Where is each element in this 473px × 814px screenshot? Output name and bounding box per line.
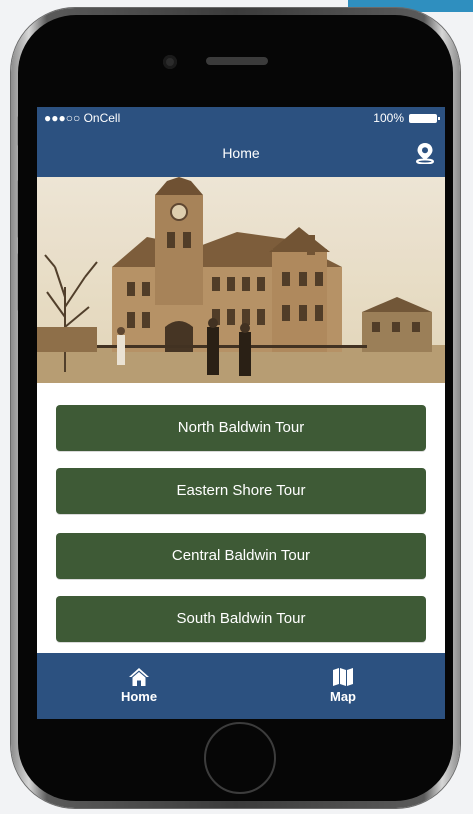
battery-icon <box>409 113 440 123</box>
location-pin-icon[interactable] <box>415 142 435 164</box>
app-screen: ●●●○○ OnCell 100% Home North Baldwin Tou… <box>37 107 445 719</box>
tab-map[interactable]: Map <box>241 653 445 719</box>
carrier-signal: ●●●○○ OnCell <box>44 111 121 125</box>
central-baldwin-tour-button[interactable]: Central Baldwin Tour <box>56 533 426 579</box>
tab-map-label: Map <box>330 689 356 704</box>
status-bar: ●●●○○ OnCell 100% <box>37 107 445 129</box>
home-icon <box>129 668 149 686</box>
tab-home[interactable]: Home <box>37 653 241 719</box>
battery-status: 100% <box>373 107 440 129</box>
courthouse-photo <box>37 177 445 383</box>
earpiece-speaker <box>206 57 268 65</box>
tab-home-label: Home <box>120 689 158 704</box>
eastern-shore-tour-button[interactable]: Eastern Shore Tour <box>56 468 426 514</box>
page-title: Home <box>222 145 260 161</box>
tab-bar: Home Map <box>37 653 445 719</box>
nav-bar: Home <box>37 129 445 177</box>
south-baldwin-tour-button[interactable]: South Baldwin Tour <box>56 596 426 642</box>
hero-image <box>37 177 445 383</box>
hardware-home-button[interactable] <box>204 722 276 794</box>
battery-percent: 100% <box>373 111 404 125</box>
map-icon <box>333 668 353 686</box>
front-camera <box>163 55 177 69</box>
north-baldwin-tour-button[interactable]: North Baldwin Tour <box>56 405 426 451</box>
